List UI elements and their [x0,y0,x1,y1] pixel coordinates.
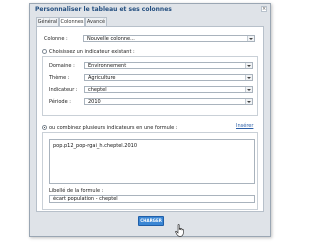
hand-pointer-icon [175,224,184,237]
customize-table-dialog: Personnaliser le tableau et ses colonnes… [29,3,271,237]
libelle-input-value: écart population - cheptel [53,196,118,202]
formula-textarea[interactable]: pop.p12_pop-rgai_h.cheptel.2010 [49,139,255,184]
radio-formula[interactable] [42,125,47,130]
theme-label: Thème : [49,75,70,81]
charger-button[interactable]: CHARGER [138,216,164,226]
radio-existing-indicator[interactable] [42,49,47,54]
domaine-label: Domaine : [49,63,75,69]
inserer-link[interactable]: Insérer [236,123,253,129]
colonne-select[interactable]: Nouvelle colonne... [83,35,255,42]
periode-select-value: 2010 [88,99,101,105]
radio-existing-label: Choisissez un indicateur existant : [49,49,135,55]
chevron-down-icon[interactable] [245,87,252,92]
chevron-down-icon[interactable] [247,36,254,41]
chevron-down-icon[interactable] [245,99,252,104]
tab-general[interactable]: Général [36,17,59,26]
periode-select[interactable]: 2010 [84,98,253,105]
periode-label: Période : [49,99,71,105]
tab-avance[interactable]: Avancé [85,17,107,26]
close-icon[interactable]: × [261,6,267,12]
radio-formula-label: ou combinez plusieurs indicateurs en une… [49,125,178,131]
indicateur-select-value: cheptel [88,87,107,93]
indicateur-select[interactable]: cheptel [84,86,253,93]
existing-indicator-group: Domaine : Environnement Thème : Agricult… [42,56,258,116]
domaine-select-value: Environnement [88,63,127,69]
libelle-input[interactable]: écart population - cheptel [49,195,255,203]
theme-select[interactable]: Agriculture [84,74,253,81]
domaine-select[interactable]: Environnement [84,62,253,69]
chevron-down-icon[interactable] [245,75,252,80]
theme-select-value: Agriculture [88,75,116,81]
formula-text: pop.p12_pop-rgai_h.cheptel.2010 [53,143,138,149]
colonnes-panel: Colonne : Nouvelle colonne... Choisissez… [36,26,264,212]
chevron-down-icon[interactable] [245,63,252,68]
libelle-label: Libellé de la formule : [49,188,104,194]
dialog-title: Personnaliser le tableau et ses colonnes [35,6,172,13]
dialog-titlebar[interactable]: Personnaliser le tableau et ses colonnes… [30,4,270,15]
colonne-label: Colonne : [44,36,68,42]
colonne-select-value: Nouvelle colonne... [87,36,135,42]
indicateur-label: Indicateur : [49,87,78,93]
